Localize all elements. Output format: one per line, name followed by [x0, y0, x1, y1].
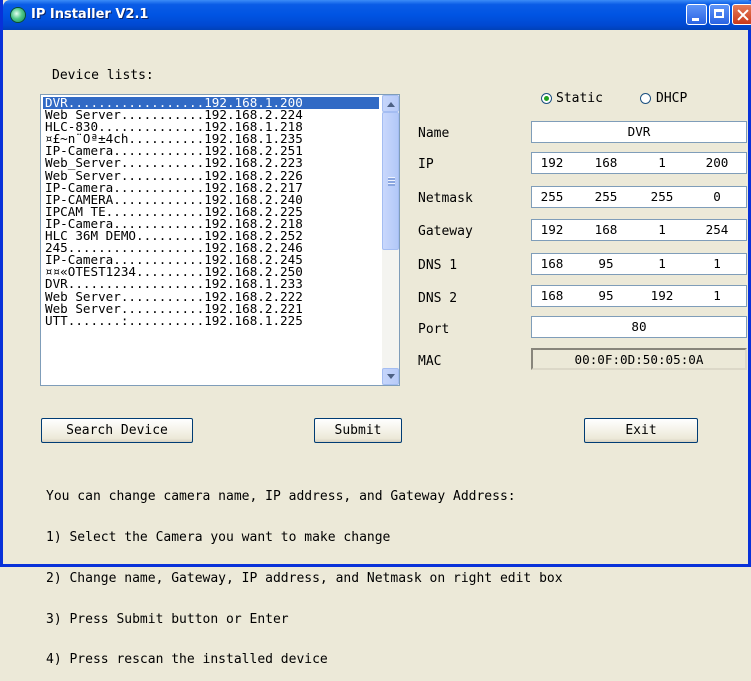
netmask-octet-4[interactable]: 0: [697, 187, 737, 207]
list-scrollbar[interactable]: [382, 95, 399, 385]
device-list-item[interactable]: ¤£~n¨Ôª±4ch..........192.168.1.235: [43, 133, 379, 145]
dns1-octet-3[interactable]: 1: [642, 254, 682, 274]
name-field[interactable]: DVR: [531, 121, 747, 143]
scroll-up-arrow-icon[interactable]: [382, 95, 399, 112]
static-radio[interactable]: [541, 93, 552, 104]
port-label: Port: [418, 322, 450, 337]
dns2-field[interactable]: 168 95 192 1: [531, 285, 747, 307]
mac-label: MAC: [418, 354, 442, 369]
device-list-label: Device lists:: [52, 68, 154, 83]
dns1-octet-2[interactable]: 95: [586, 254, 626, 274]
dns2-octet-1[interactable]: 168: [532, 286, 572, 306]
device-list-item[interactable]: HLC-830..............192.168.1.218: [43, 121, 379, 133]
exit-button[interactable]: Exit: [584, 418, 698, 443]
netmask-octet-1[interactable]: 255: [532, 187, 572, 207]
device-list-item[interactable]: IP-Camera............192.168.2.245: [43, 254, 379, 266]
device-list-item[interactable]: Web_Server...........192.168.2.224: [43, 109, 379, 121]
device-list-item[interactable]: IP-Camera............192.168.2.251: [43, 145, 379, 157]
device-list-item[interactable]: Web_Server...........192.168.2.223: [43, 157, 379, 169]
scroll-thumb[interactable]: [382, 112, 399, 250]
gateway-octet-4[interactable]: 254: [697, 220, 737, 240]
mac-field: 00:0F:0D:50:05:0A: [531, 348, 747, 370]
device-listbox[interactable]: DVR..................192.168.1.200 Web_Se…: [40, 94, 400, 386]
scroll-down-arrow-icon[interactable]: [382, 368, 399, 385]
device-list-item[interactable]: IP-Camera............192.168.2.217: [43, 182, 379, 194]
scroll-grip-icon: [388, 177, 395, 186]
device-list-item[interactable]: Web_Server...........192.168.2.222: [43, 291, 379, 303]
dhcp-radio[interactable]: [640, 93, 651, 104]
device-list-item[interactable]: ¤¤«OTEST1234.........192.168.2.250: [43, 266, 379, 278]
instruction-line: 2) Change name, Gateway, IP address, and…: [46, 570, 563, 586]
device-list-item[interactable]: UTT.......:..........192.168.1.225: [43, 315, 379, 327]
device-list-item[interactable]: HLC_36M_DEMO.........192.168.2.252: [43, 230, 379, 242]
port-field[interactable]: 80: [531, 316, 747, 338]
device-list-item[interactable]: Web_Server...........192.168.2.226: [43, 170, 379, 182]
device-list-item[interactable]: DVR..................192.168.1.200: [43, 97, 379, 110]
netmask-field[interactable]: 255 255 255 0: [531, 186, 747, 208]
device-list-items: DVR..................192.168.1.200 Web_Se…: [43, 97, 379, 327]
device-list-item[interactable]: 245..................192.168.2.246: [43, 242, 379, 254]
window-title: IP Installer V2.1: [31, 7, 149, 22]
minimize-button[interactable]: [686, 4, 707, 25]
dns1-label: DNS 1: [418, 258, 458, 273]
instruction-line: You can change camera name, IP address, …: [46, 489, 516, 505]
ip-octet-1[interactable]: 192: [532, 153, 572, 173]
dns2-octet-2[interactable]: 95: [586, 286, 626, 306]
instructions: You can change camera name, IP address, …: [46, 463, 563, 681]
title-bar[interactable]: IP Installer V2.1: [3, 0, 751, 30]
app-globe-icon: [11, 8, 25, 22]
dns1-field[interactable]: 168 95 1 1: [531, 253, 747, 275]
static-radio-label[interactable]: Static: [556, 91, 603, 106]
gateway-octet-1[interactable]: 192: [532, 220, 572, 240]
device-list-item[interactable]: IP-Camera............192.168.2.218: [43, 218, 379, 230]
device-list-item[interactable]: DVR..................192.168.1.233: [43, 278, 379, 290]
gateway-label: Gateway: [418, 224, 473, 239]
instruction-line: 4) Press rescan the installed device: [46, 652, 328, 668]
dns1-octet-4[interactable]: 1: [697, 254, 737, 274]
dns2-label: DNS 2: [418, 291, 458, 306]
device-list-item[interactable]: IPCAM_TE.............192.168.2.225: [43, 206, 379, 218]
search-device-button[interactable]: Search Device: [41, 418, 193, 443]
device-list-item[interactable]: Web_Server...........192.168.2.221: [43, 303, 379, 315]
name-label: Name: [418, 126, 450, 141]
ip-octet-2[interactable]: 168: [586, 153, 626, 173]
close-button[interactable]: [732, 4, 751, 25]
dns2-octet-3[interactable]: 192: [642, 286, 682, 306]
submit-button[interactable]: Submit: [314, 418, 402, 443]
device-list-item[interactable]: IP-CAMERA............192.168.2.240: [43, 194, 379, 206]
ip-label: IP: [418, 157, 434, 172]
ip-octet-4[interactable]: 200: [697, 153, 737, 173]
maximize-button[interactable]: [709, 4, 730, 25]
netmask-octet-3[interactable]: 255: [642, 187, 682, 207]
dhcp-radio-label[interactable]: DHCP: [656, 91, 687, 106]
netmask-octet-2[interactable]: 255: [586, 187, 626, 207]
gateway-octet-3[interactable]: 1: [642, 220, 682, 240]
instruction-line: 1) Select the Camera you want to make ch…: [46, 529, 391, 545]
dns1-octet-1[interactable]: 168: [532, 254, 572, 274]
ip-octet-3[interactable]: 1: [642, 153, 682, 173]
netmask-label: Netmask: [418, 191, 473, 206]
dns2-octet-4[interactable]: 1: [697, 286, 737, 306]
gateway-octet-2[interactable]: 168: [586, 220, 626, 240]
ip-field[interactable]: 192 168 1 200: [531, 152, 747, 174]
gateway-field[interactable]: 192 168 1 254: [531, 219, 747, 241]
instruction-line: 3) Press Submit button or Enter: [46, 611, 289, 627]
